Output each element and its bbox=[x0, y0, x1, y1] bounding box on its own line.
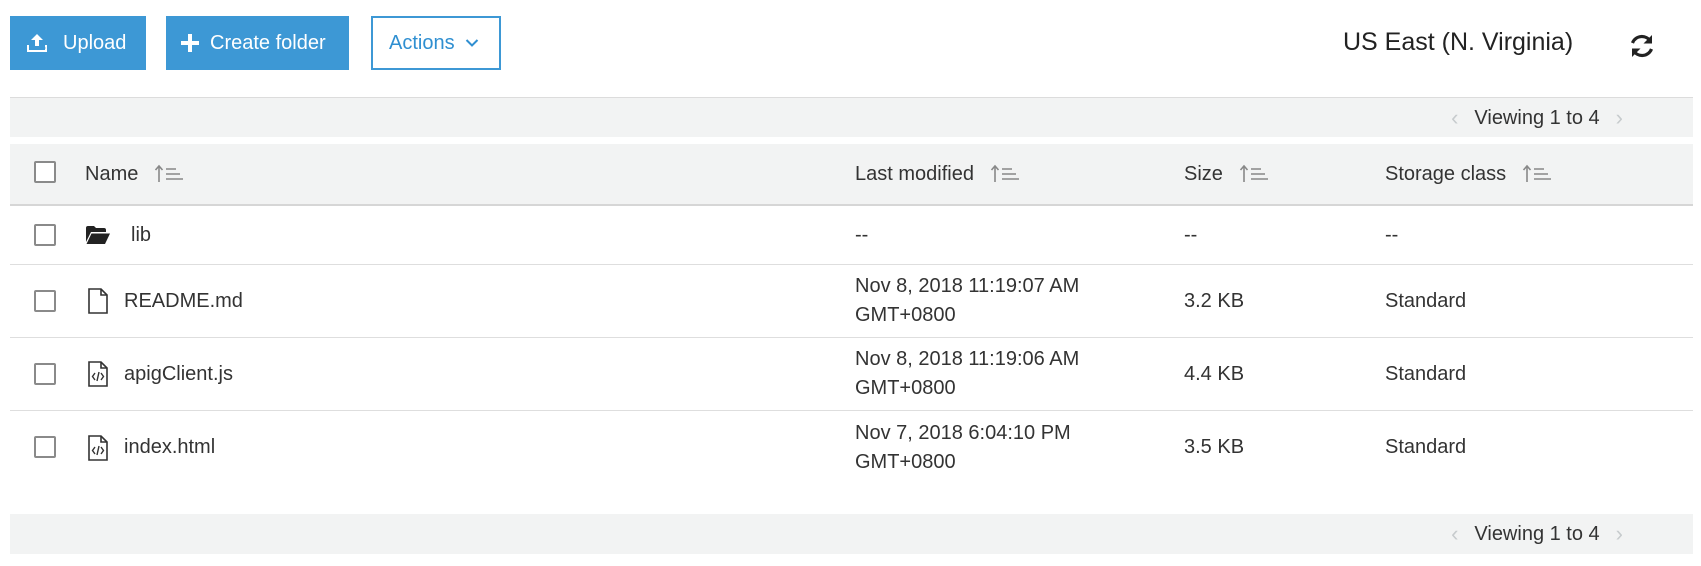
upload-icon bbox=[26, 33, 48, 53]
row-last-modified-date: Nov 8, 2018 11:19:06 AM bbox=[855, 348, 1080, 370]
chevron-right-icon[interactable]: › bbox=[1616, 105, 1623, 131]
row-last-modified-date: Nov 7, 2018 6:04:10 PM bbox=[855, 421, 1071, 444]
row-size: 3.5 KB bbox=[1184, 436, 1245, 458]
table-row: index.html Nov 7, 2018 6:04:10 PM GMT+08… bbox=[10, 411, 1693, 484]
row-last-modified-date: Nov 8, 2018 11:19:07 AM bbox=[855, 275, 1080, 297]
row-last-modified: Nov 8, 2018 11:19:07 AM GMT+0800 bbox=[855, 265, 1079, 337]
sort-icon bbox=[154, 164, 184, 184]
chevron-down-icon bbox=[465, 38, 479, 48]
row-name[interactable]: index.html bbox=[124, 411, 215, 484]
row-last-modified-tz: GMT+0800 bbox=[855, 304, 956, 326]
row-name[interactable]: lib bbox=[131, 206, 151, 264]
refresh-icon[interactable] bbox=[1628, 32, 1656, 60]
sort-icon bbox=[990, 164, 1020, 184]
column-header-label: Last modified bbox=[855, 162, 974, 185]
chevron-left-icon[interactable]: ‹ bbox=[1451, 105, 1458, 131]
code-file-icon bbox=[87, 361, 109, 387]
row-icon-cell bbox=[87, 338, 109, 410]
row-checkbox[interactable] bbox=[34, 290, 56, 312]
select-all-checkbox[interactable] bbox=[34, 161, 56, 183]
table-row: lib -- -- -- bbox=[10, 206, 1693, 265]
pager-bottom: ‹ Viewing 1 to 4 › bbox=[10, 514, 1693, 554]
create-folder-label: Create folder bbox=[210, 31, 326, 54]
table-row: apigClient.js Nov 8, 2018 11:19:06 AM GM… bbox=[10, 338, 1693, 411]
sort-icon bbox=[1239, 164, 1269, 184]
row-name[interactable]: README.md bbox=[124, 265, 243, 337]
column-header-label: Storage class bbox=[1385, 162, 1507, 185]
row-checkbox[interactable] bbox=[34, 224, 56, 246]
column-header-last-modified[interactable]: Last modified bbox=[855, 144, 1020, 204]
row-icon-cell bbox=[85, 206, 111, 264]
plus-icon bbox=[181, 34, 199, 52]
row-storage-class: -- bbox=[1385, 223, 1399, 246]
row-storage-class: Standard bbox=[1385, 362, 1467, 385]
row-checkbox[interactable] bbox=[34, 363, 56, 385]
row-size: -- bbox=[1184, 223, 1198, 246]
row-size: 3.2 KB bbox=[1184, 289, 1245, 312]
row-last-modified-tz: GMT+0800 bbox=[855, 377, 956, 399]
row-storage-class: Standard bbox=[1385, 289, 1467, 312]
folder-open-icon bbox=[85, 225, 111, 245]
sort-icon bbox=[1522, 164, 1552, 184]
code-file-icon bbox=[87, 434, 109, 461]
chevron-left-icon[interactable]: ‹ bbox=[1451, 521, 1458, 547]
actions-dropdown-button[interactable]: Actions bbox=[371, 16, 501, 70]
row-last-modified: Nov 7, 2018 6:04:10 PM GMT+0800 bbox=[855, 411, 1071, 484]
column-header-label: Name bbox=[85, 162, 139, 185]
column-header-storage-class[interactable]: Storage class bbox=[1385, 144, 1552, 204]
chevron-right-icon[interactable]: › bbox=[1616, 521, 1623, 547]
pager-top: ‹ Viewing 1 to 4 › bbox=[10, 97, 1693, 137]
table-header: Name Last modified Size Storage class bbox=[10, 144, 1693, 206]
pager-text: Viewing 1 to 4 bbox=[1474, 522, 1600, 545]
actions-label: Actions bbox=[389, 31, 455, 54]
row-size: 4.4 KB bbox=[1184, 362, 1245, 385]
row-last-modified: -- bbox=[855, 223, 869, 246]
row-storage-class: Standard bbox=[1385, 436, 1467, 458]
upload-button[interactable]: Upload bbox=[10, 16, 146, 70]
create-folder-button[interactable]: Create folder bbox=[166, 16, 349, 70]
column-header-size[interactable]: Size bbox=[1184, 144, 1269, 204]
upload-label: Upload bbox=[63, 31, 127, 54]
column-header-label: Size bbox=[1184, 162, 1223, 185]
column-header-name[interactable]: Name bbox=[85, 144, 184, 204]
toolbar: Upload Create folder Actions US East (N.… bbox=[0, 0, 1701, 90]
row-last-modified-tz: GMT+0800 bbox=[855, 450, 956, 473]
row-icon-cell bbox=[87, 411, 109, 484]
row-name[interactable]: apigClient.js bbox=[124, 338, 233, 410]
region-label: US East (N. Virginia) bbox=[1343, 28, 1574, 56]
row-checkbox[interactable] bbox=[34, 436, 56, 458]
row-last-modified: Nov 8, 2018 11:19:06 AM GMT+0800 bbox=[855, 338, 1079, 410]
file-icon bbox=[87, 288, 109, 314]
table-row: README.md Nov 8, 2018 11:19:07 AM GMT+08… bbox=[10, 265, 1693, 338]
row-icon-cell bbox=[87, 265, 109, 337]
pager-text: Viewing 1 to 4 bbox=[1474, 106, 1600, 129]
